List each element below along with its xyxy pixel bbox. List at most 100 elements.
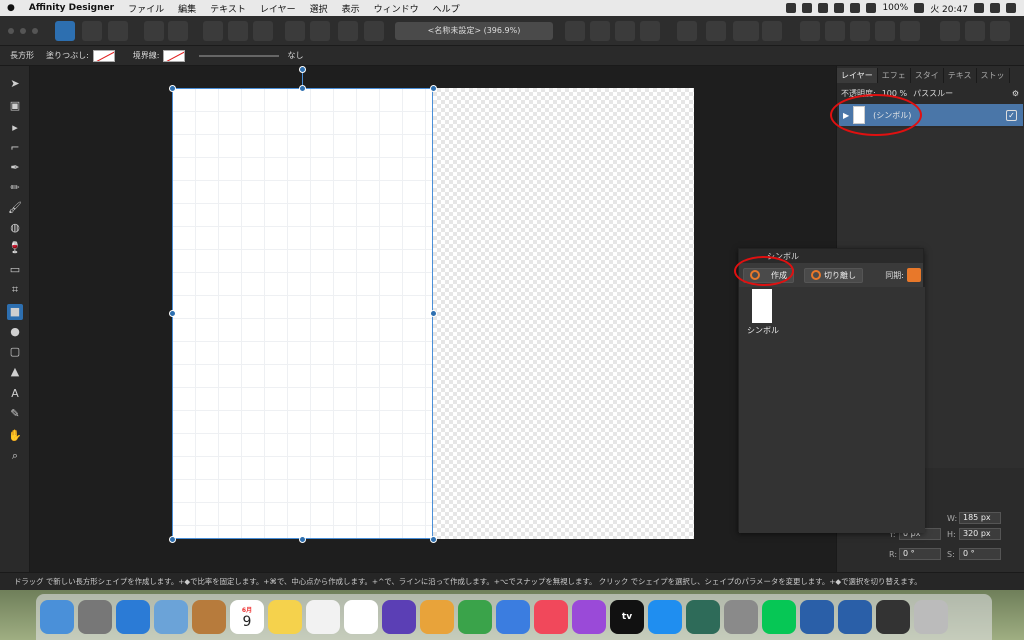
handle-bottom-left[interactable] <box>169 536 176 543</box>
mail-icon[interactable] <box>154 600 188 634</box>
apple-icon[interactable]: ● <box>0 3 22 13</box>
cloud-icon[interactable] <box>786 3 797 13</box>
sync-toggle-button[interactable] <box>907 268 921 282</box>
battery-icon[interactable] <box>914 3 925 13</box>
text-tool-icon[interactable]: A <box>7 386 23 402</box>
notes-icon[interactable] <box>268 600 302 634</box>
photos-icon[interactable] <box>344 600 378 634</box>
safari-icon[interactable] <box>116 600 150 634</box>
rotate-right-button[interactable] <box>640 21 660 41</box>
assistant-button[interactable] <box>144 21 164 41</box>
node-tool-icon[interactable]: ▸ <box>7 120 23 136</box>
boolean-intersect-button[interactable] <box>850 21 870 41</box>
app-store-icon[interactable] <box>648 600 682 634</box>
transform-button-2[interactable] <box>228 21 248 41</box>
menu-text[interactable]: テキスト <box>203 2 253 15</box>
arrange-panel-button[interactable] <box>965 21 985 41</box>
line-app-icon[interactable] <box>762 600 796 634</box>
w-field[interactable]: 185 px <box>959 512 1001 524</box>
corner-tool-icon[interactable]: ⌐ <box>7 140 23 156</box>
artboard-transparent-area[interactable] <box>433 88 694 539</box>
music-icon[interactable] <box>534 600 568 634</box>
designer-persona-button[interactable] <box>55 21 75 41</box>
handle-top-center[interactable] <box>299 85 306 92</box>
rotation-field[interactable]: 0 ° <box>899 548 941 560</box>
zoom-window-button[interactable] <box>32 28 38 34</box>
menu-app-name[interactable]: Affinity Designer <box>22 3 121 13</box>
flip-vertical-button[interactable] <box>590 21 610 41</box>
gear-icon[interactable]: ⚙ <box>1012 89 1019 98</box>
arrange-button-2[interactable] <box>310 21 330 41</box>
menubar-clock[interactable]: 火 20:47 <box>930 2 968 15</box>
document-title[interactable]: <名称未設定> (396.9%) <box>395 22 553 40</box>
panel-toggle-button[interactable] <box>990 21 1010 41</box>
align-button[interactable] <box>677 21 697 41</box>
record-icon[interactable] <box>818 3 829 13</box>
close-window-button[interactable] <box>8 28 14 34</box>
export-persona-button[interactable] <box>108 21 128 41</box>
ellipse-tool-icon[interactable]: ● <box>7 324 23 340</box>
handle-middle-right[interactable] <box>430 310 437 317</box>
layer-visibility-checkbox[interactable]: ✓ <box>1006 109 1017 121</box>
handle-top-right[interactable] <box>430 85 437 92</box>
symbol-item-label[interactable]: シンボル <box>747 325 779 336</box>
brush-tool-icon[interactable]: 🖌 <box>7 200 23 216</box>
stroke-width-slider[interactable] <box>199 54 280 57</box>
flip-horizontal-button[interactable] <box>565 21 585 41</box>
detach-symbol-button[interactable]: 切り離し <box>804 267 863 283</box>
symbol-thumbnail[interactable] <box>752 289 772 323</box>
stroke-swatch[interactable] <box>163 49 186 62</box>
menu-layer[interactable]: レイヤー <box>253 2 303 15</box>
transform-button-1[interactable] <box>203 21 223 41</box>
arrange-button-1[interactable] <box>285 21 305 41</box>
canvas-area[interactable] <box>30 66 836 572</box>
blend-mode-select[interactable]: パススルー <box>913 88 953 99</box>
handle-middle-left[interactable] <box>169 310 176 317</box>
wifi-icon[interactable] <box>866 3 877 13</box>
menu-help[interactable]: ヘルプ <box>426 2 467 15</box>
apple-tv-icon[interactable]: tv <box>610 600 644 634</box>
search-icon[interactable] <box>974 3 984 13</box>
arrange-button-4[interactable] <box>364 21 384 41</box>
menu-select[interactable]: 選択 <box>303 2 335 15</box>
rectangle-tool-icon[interactable]: ■ <box>7 304 23 320</box>
place-image-tool-icon[interactable]: ▭ <box>7 262 23 278</box>
insert-button[interactable] <box>706 21 726 41</box>
pages-icon[interactable] <box>420 600 454 634</box>
keynote-icon[interactable] <box>496 600 530 634</box>
user-icon[interactable] <box>990 3 1000 13</box>
finder-icon[interactable] <box>40 600 74 634</box>
minimize-window-button[interactable] <box>20 28 26 34</box>
line-icon[interactable] <box>802 3 813 13</box>
system-preferences-icon[interactable] <box>724 600 758 634</box>
tab-text-styles[interactable]: テキス <box>944 68 977 83</box>
menu-file[interactable]: ファイル <box>121 2 171 15</box>
pixel-persona-button[interactable] <box>82 21 102 41</box>
tab-layers[interactable]: レイヤー <box>837 68 878 83</box>
menu-edit[interactable]: 編集 <box>171 2 203 15</box>
move-tool-icon[interactable]: ➤ <box>7 76 23 92</box>
time-machine-icon[interactable] <box>686 600 720 634</box>
launchpad-icon[interactable] <box>78 600 112 634</box>
snapping-button[interactable] <box>168 21 188 41</box>
affinity-designer-icon[interactable] <box>800 600 834 634</box>
contacts-icon[interactable] <box>192 600 226 634</box>
transform-button-3[interactable] <box>253 21 273 41</box>
tab-stock[interactable]: ストッ <box>977 68 1010 83</box>
handle-top-left[interactable] <box>169 85 176 92</box>
zoom-tool-icon[interactable]: ⌕ <box>7 448 23 464</box>
tab-effects[interactable]: エフェ <box>878 68 911 83</box>
reminders-icon[interactable] <box>306 600 340 634</box>
podcasts-icon[interactable] <box>572 600 606 634</box>
arrange-button-3[interactable] <box>338 21 358 41</box>
calendar-icon[interactable]: 6月 9 <box>230 600 264 634</box>
hand-tool-icon[interactable]: ✋ <box>7 428 23 444</box>
handle-bottom-right[interactable] <box>430 536 437 543</box>
pencil-tool-icon[interactable]: ✏ <box>7 180 23 196</box>
rounded-rect-tool-icon[interactable]: ▢ <box>7 344 23 360</box>
imovie-icon[interactable] <box>382 600 416 634</box>
boolean-divide-button[interactable] <box>900 21 920 41</box>
menu-window[interactable]: ウィンドウ <box>367 2 426 15</box>
menu-list-icon[interactable] <box>1006 3 1016 13</box>
rotation-handle[interactable] <box>299 66 306 73</box>
